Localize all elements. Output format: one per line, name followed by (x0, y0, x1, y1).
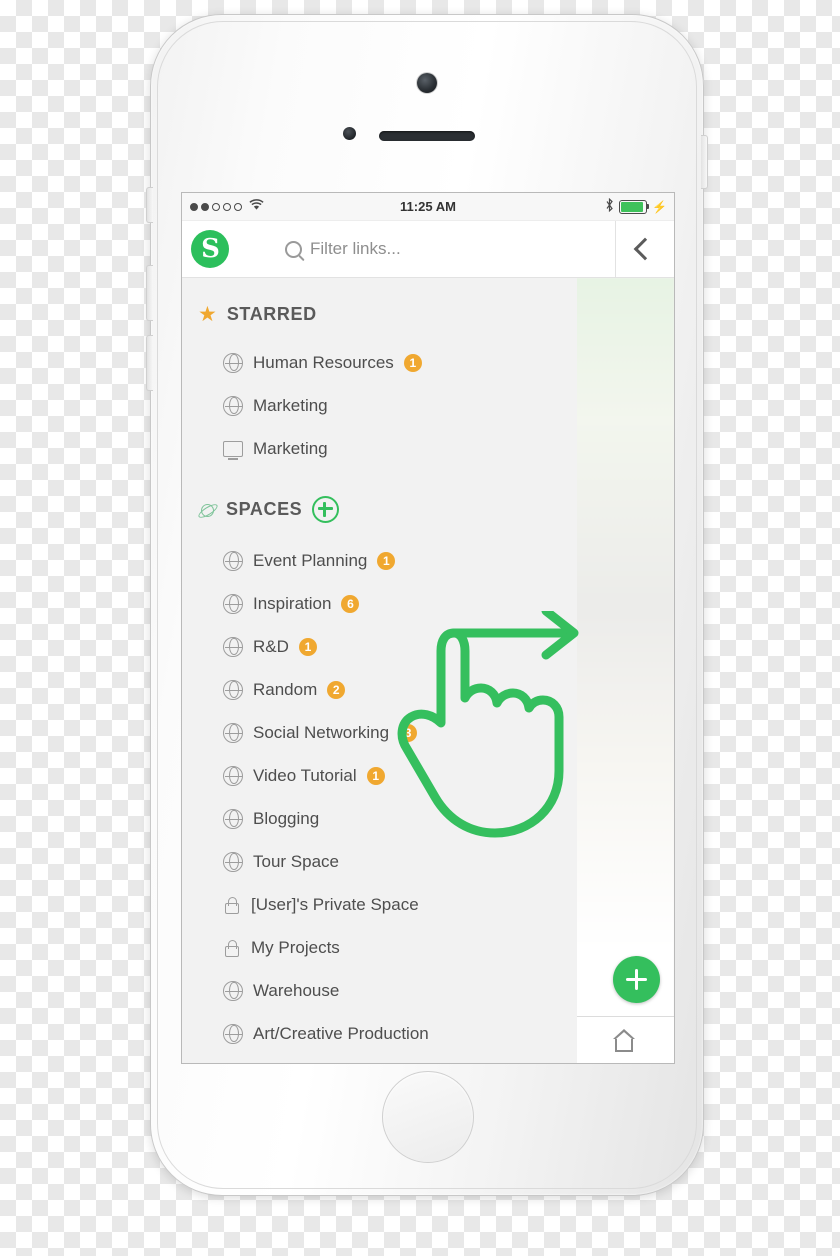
list-item[interactable]: Art/Creative Production (182, 1012, 577, 1055)
app-logo[interactable]: S (191, 230, 229, 268)
section-title: STARRED (226, 304, 317, 324)
search-icon (285, 240, 302, 258)
globe-icon (223, 851, 243, 872)
earpiece-speaker (379, 131, 475, 141)
list-item-label: Random (253, 679, 318, 699)
section-title: SPACES (226, 499, 303, 519)
globe-icon (223, 352, 243, 373)
star-icon: ★ (198, 303, 217, 326)
volume-down-button[interactable] (146, 335, 153, 391)
unread-badge: 1 (403, 353, 422, 372)
unread-badge: 1 (366, 766, 385, 785)
list-item[interactable]: My Projects (182, 926, 577, 969)
bottom-tab-bar (574, 1016, 674, 1063)
list-item-label: Warehouse (253, 980, 340, 1000)
list-item[interactable]: Tour Space (182, 840, 577, 883)
list-item-label: Social Networking (253, 722, 390, 742)
globe-icon (223, 765, 243, 786)
list-item-label: Human Resources (253, 352, 394, 372)
monitor-icon (223, 441, 243, 460)
globe-icon (223, 593, 243, 614)
chevron-left-icon (633, 237, 657, 261)
phone-screen: 11:25 AM ⚡ S Filter links... ★ STARRED H… (181, 192, 675, 1064)
unread-badge: 2 (327, 680, 346, 699)
planet-icon (196, 501, 220, 520)
list-item[interactable]: Random 2 (182, 668, 577, 711)
list-item-label: My Projects (251, 937, 340, 957)
search-placeholder: Filter links... (310, 239, 401, 258)
battery-icon (619, 199, 650, 214)
globe-icon (223, 395, 243, 416)
list-item[interactable]: Event Planning 1 (182, 539, 577, 582)
list-item[interactable]: Human Resources 1 (182, 341, 577, 384)
list-item[interactable]: Blogging (182, 797, 577, 840)
list-item[interactable]: Inspiration 6 (182, 582, 577, 625)
volume-up-button[interactable] (146, 265, 153, 321)
globe-icon (223, 722, 243, 743)
status-bar-clock: 11:25 AM (400, 199, 456, 214)
list-item-label: [User]'s Private Space (251, 894, 419, 914)
list-item-label: Tour Space (253, 851, 339, 871)
top-navigation-bar: S Filter links... (182, 221, 674, 278)
status-bar: 11:25 AM ⚡ (182, 193, 674, 221)
proximity-sensor (343, 127, 356, 140)
home-icon[interactable] (611, 1029, 637, 1053)
power-button[interactable] (701, 135, 708, 189)
list-item[interactable]: R&D 1 (182, 625, 577, 668)
list-item[interactable]: Video Tutorial 1 (182, 754, 577, 797)
unread-badge: 6 (341, 594, 360, 613)
silent-switch[interactable] (146, 187, 153, 223)
list-item[interactable]: Warehouse (182, 969, 577, 1012)
list-item[interactable]: Marketing (182, 384, 577, 427)
background-peek-panel[interactable] (574, 278, 674, 1063)
globe-icon (223, 808, 243, 829)
list-item-label: Inspiration (253, 593, 332, 613)
search-input[interactable]: Filter links... (241, 233, 607, 265)
list-item-label: Marketing (253, 395, 328, 415)
lock-icon (223, 939, 241, 957)
unread-badge: 1 (298, 637, 317, 656)
list-item-label: Video Tutorial (253, 765, 357, 785)
list-item-label: R&D (253, 636, 289, 656)
back-button[interactable] (615, 221, 674, 277)
sidebar-list: ★ STARRED Human Resources 1 Marketing Ma… (182, 278, 577, 1063)
list-item-label: Marketing (253, 438, 328, 458)
section-header-starred: ★ STARRED (182, 304, 577, 325)
list-item-label: Art/Creative Production (253, 1023, 429, 1043)
globe-icon (223, 980, 243, 1001)
unread-badge: 1 (377, 551, 396, 570)
list-item-label: Event Planning (253, 550, 368, 570)
create-button[interactable] (613, 956, 660, 1003)
globe-icon (223, 679, 243, 700)
unread-badge: 3 (399, 723, 418, 742)
globe-icon (223, 550, 243, 571)
section-header-spaces: SPACES (182, 496, 577, 523)
iphone-device-frame: 11:25 AM ⚡ S Filter links... ★ STARRED H… (146, 14, 708, 1196)
home-button[interactable] (382, 1071, 474, 1163)
add-space-button[interactable] (312, 496, 340, 523)
list-item-label: Blogging (253, 808, 320, 828)
globe-icon (223, 636, 243, 657)
list-item[interactable]: Social Networking 3 (182, 711, 577, 754)
list-item[interactable]: Marketing (182, 427, 577, 470)
lock-icon (223, 896, 241, 914)
main-content: ★ STARRED Human Resources 1 Marketing Ma… (182, 278, 674, 1063)
globe-icon (223, 1023, 243, 1044)
front-camera (417, 73, 437, 93)
list-item[interactable]: [User]'s Private Space (182, 883, 577, 926)
